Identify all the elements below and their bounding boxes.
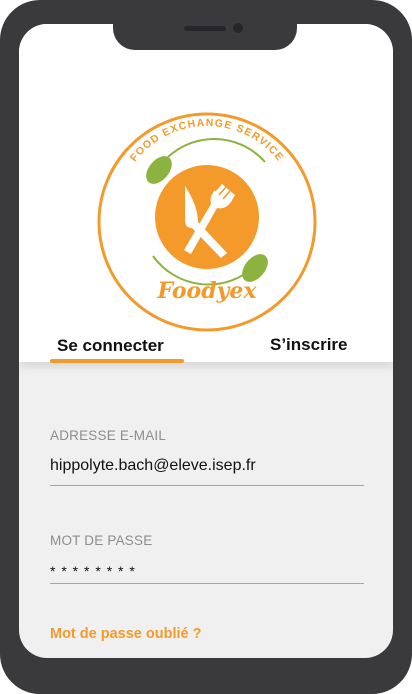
password-label: MOT DE PASSE	[50, 533, 153, 548]
forgot-password-link[interactable]: Mot de passe oublié ?	[50, 626, 201, 642]
foodyex-logo: FOOD EXCHANGE SERVICE Foodyex	[97, 112, 317, 332]
tab-s-inscrire[interactable]: S’inscrire	[270, 335, 348, 355]
email-field-underline	[50, 485, 364, 486]
header-card: FOOD EXCHANGE SERVICE Foodyex Se connect…	[19, 24, 393, 363]
tab-se-connecter[interactable]: Se connecter	[57, 336, 164, 356]
logo-brand-name: Foodyex	[156, 278, 257, 304]
speaker-grille	[184, 26, 226, 31]
active-tab-indicator	[50, 359, 184, 363]
password-field[interactable]: * * * * * * * *	[50, 563, 136, 579]
email-label: ADRESSE E-MAIL	[50, 428, 167, 443]
front-camera	[233, 23, 243, 33]
logo-arc-text: FOOD EXCHANGE SERVICE	[128, 117, 286, 164]
password-field-underline	[50, 583, 364, 584]
app-screen: FOOD EXCHANGE SERVICE Foodyex Se connect…	[19, 24, 393, 658]
email-field[interactable]: hippolyte.bach@eleve.isep.fr	[50, 457, 256, 475]
phone-notch	[113, 20, 297, 50]
